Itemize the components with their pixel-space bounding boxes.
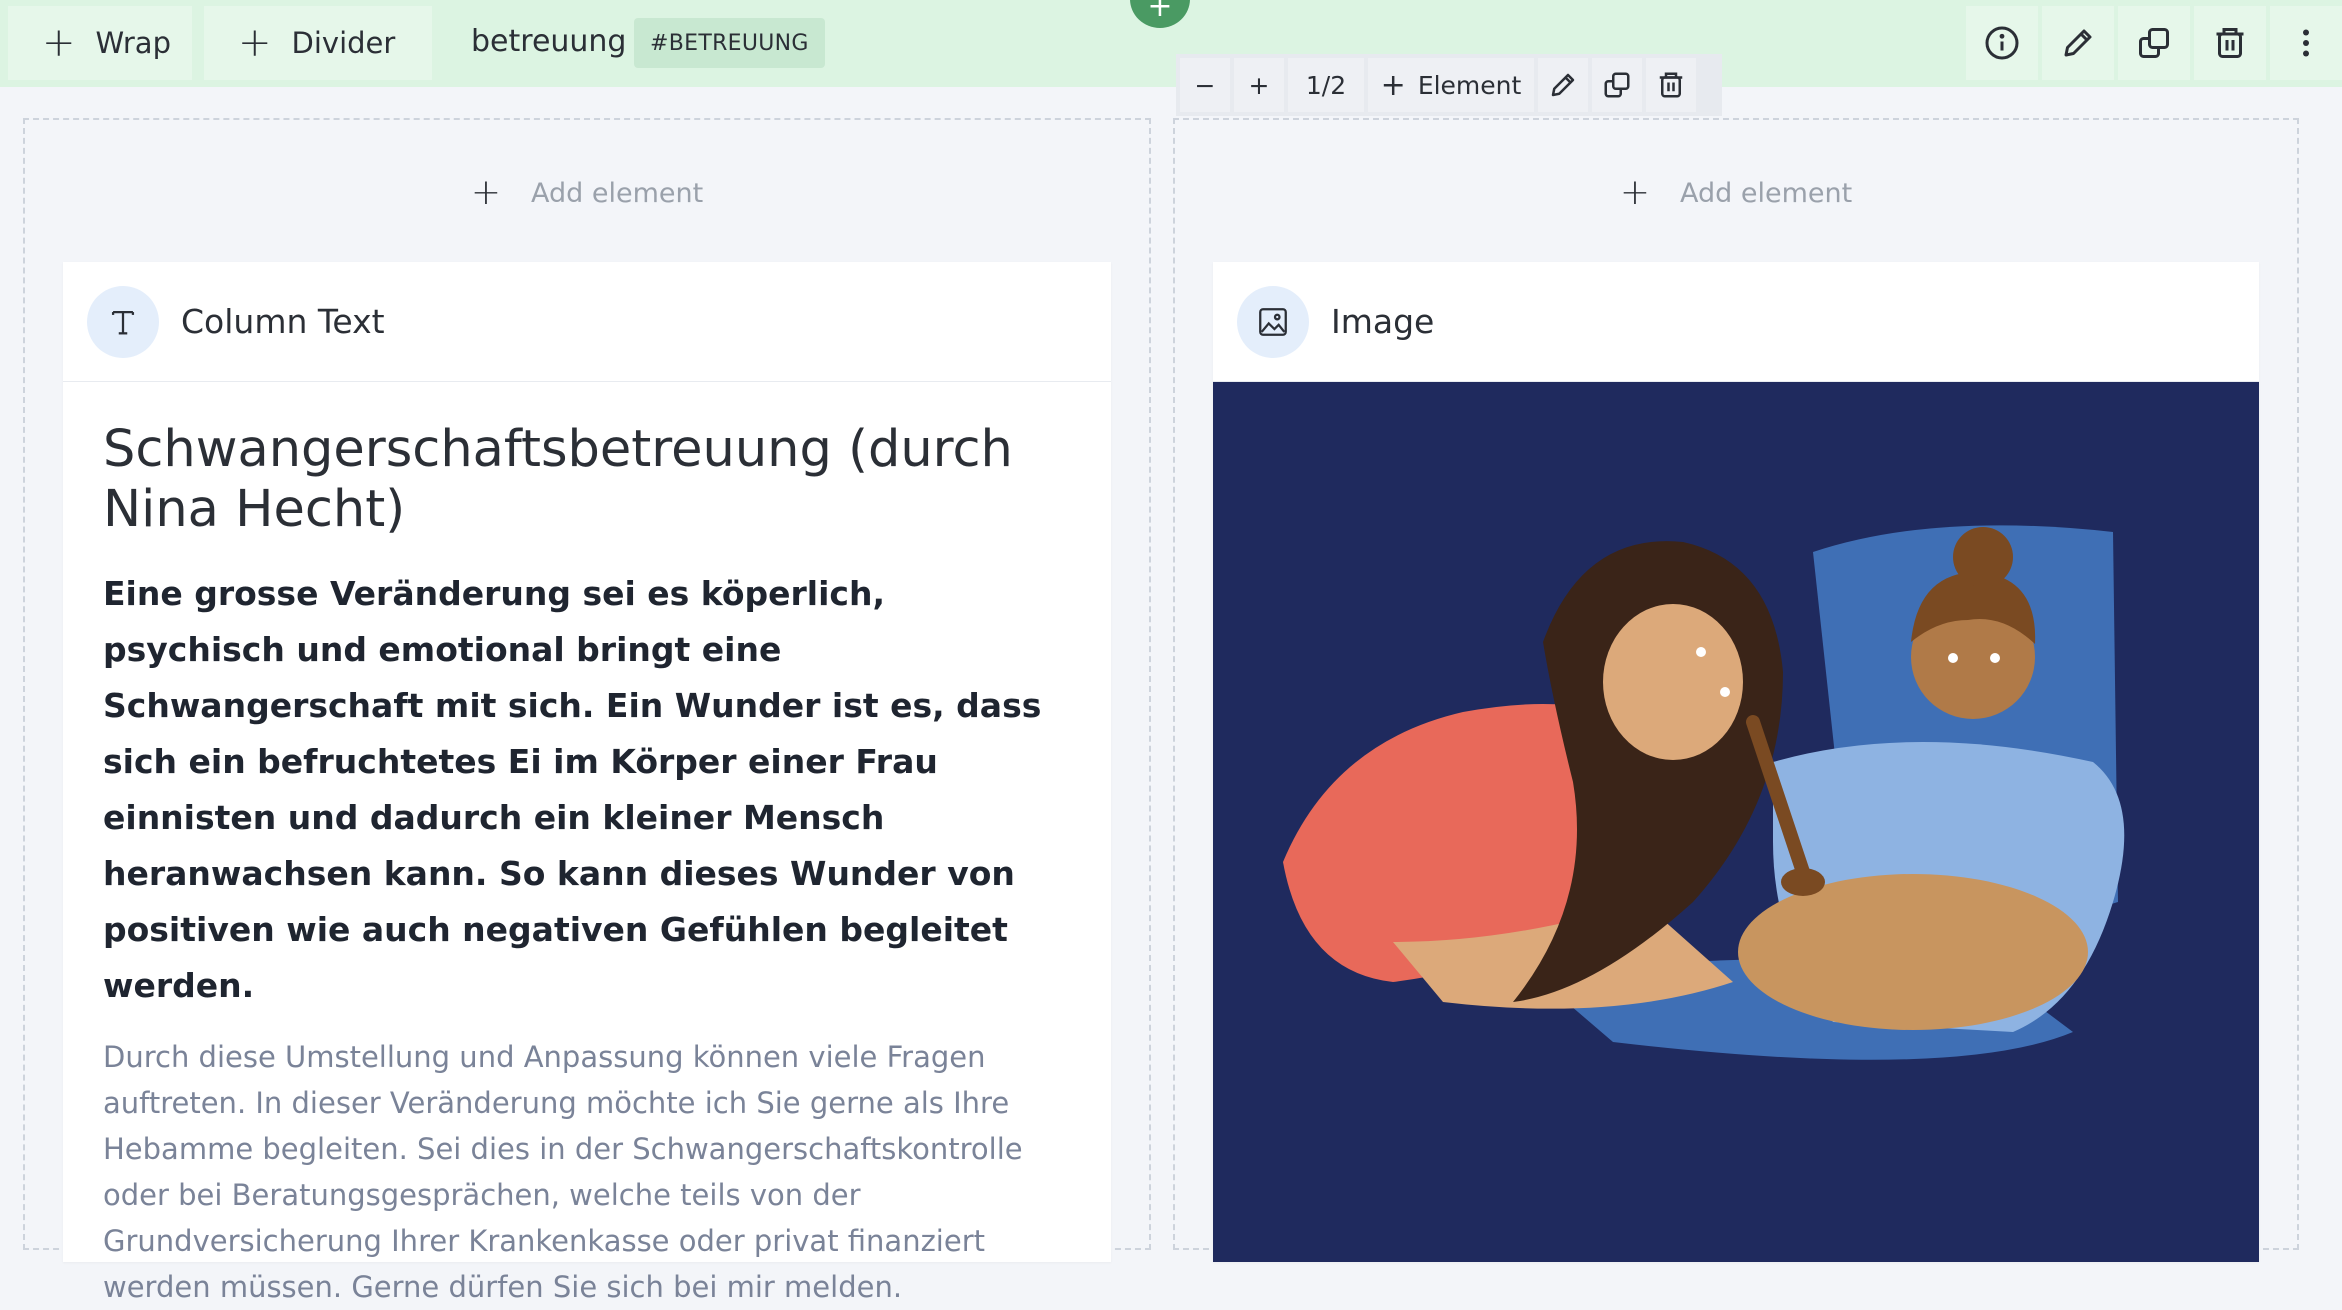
edit-button[interactable]	[2042, 6, 2114, 80]
plus-icon: +	[238, 20, 272, 66]
increase-width-button[interactable]: +	[1234, 58, 1284, 112]
trash-icon	[2216, 28, 2244, 58]
content-lead: Eine grosse Veränderung sei es köperlich…	[103, 574, 1042, 1005]
image-icon	[1237, 285, 1309, 358]
add-wrap-button[interactable]: + Wrap	[8, 6, 192, 80]
duplicate-icon	[1604, 72, 1630, 98]
info-icon	[1985, 26, 2019, 60]
plus-icon: +	[470, 172, 501, 213]
image-card[interactable]: Image	[1213, 262, 2259, 1262]
plus-icon: +	[1380, 67, 1406, 103]
card-header: Column Text	[63, 262, 1111, 382]
column-left: + Add element Column Text Schwangerschaf…	[23, 118, 1151, 1304]
column-delete-button[interactable]	[1646, 58, 1696, 112]
text-content: Schwangerschaftsbetreuung (durch Nina He…	[63, 382, 1111, 1310]
wrap-toolbar: + Wrap + Divider betreuung #BETREUUNG +	[0, 0, 2342, 87]
column-right: + Add element Image	[1173, 118, 2299, 1262]
add-divider-button[interactable]: + Divider	[204, 6, 432, 80]
plus-icon: +	[42, 20, 76, 66]
pregnancy-illustration	[1283, 525, 2125, 1060]
add-element-button[interactable]: + Add element	[25, 175, 1149, 211]
column-text-card[interactable]: Column Text Schwangerschaftsbetreuung (d…	[63, 262, 1111, 1304]
plus-icon: +	[1147, 0, 1173, 24]
decrease-width-button[interactable]: −	[1180, 58, 1230, 112]
add-divider-label: Divider	[291, 26, 396, 60]
duplicate-button[interactable]	[2118, 6, 2190, 80]
card-title: Image	[1331, 302, 1435, 341]
delete-button[interactable]	[2194, 6, 2266, 80]
anchor-badge: #BETREUUNG	[634, 18, 825, 68]
wrap-name[interactable]: betreuung	[471, 24, 626, 59]
column-duplicate-button[interactable]	[1592, 58, 1642, 112]
add-element-toolbar-button[interactable]: + Element	[1368, 58, 1534, 112]
more-vertical-icon	[2303, 29, 2309, 57]
column-fraction: 1/2	[1288, 58, 1364, 112]
add-element-label: Add element	[530, 177, 704, 209]
info-button[interactable]	[1966, 6, 2038, 80]
add-wrap-label: Wrap	[95, 26, 171, 60]
column-edit-button[interactable]	[1538, 58, 1588, 112]
add-element-toolbar-label: Element	[1417, 70, 1522, 100]
card-header: Image	[1213, 262, 2259, 382]
more-button[interactable]	[2270, 6, 2342, 80]
add-element-button[interactable]: + Add element	[1175, 175, 2297, 211]
duplicate-icon	[2139, 28, 2169, 58]
pencil-icon	[1551, 73, 1575, 97]
add-section-button[interactable]: +	[1130, 0, 1190, 28]
pencil-icon	[2064, 29, 2092, 57]
text-icon	[87, 285, 159, 358]
illustration-image	[1213, 382, 2259, 1262]
content-paragraph: Durch diese Umstellung und Anpassung kön…	[103, 1040, 1023, 1304]
plus-icon: +	[1619, 172, 1650, 213]
add-element-label: Add element	[1679, 177, 1853, 209]
column-toolbar: − + 1/2 + Element	[1176, 54, 1722, 116]
content-heading: Schwangerschaftsbetreuung (durch Nina He…	[103, 420, 1013, 539]
trash-icon	[1659, 72, 1683, 98]
card-title: Column Text	[181, 302, 385, 341]
wrap-actions	[1966, 6, 2342, 80]
